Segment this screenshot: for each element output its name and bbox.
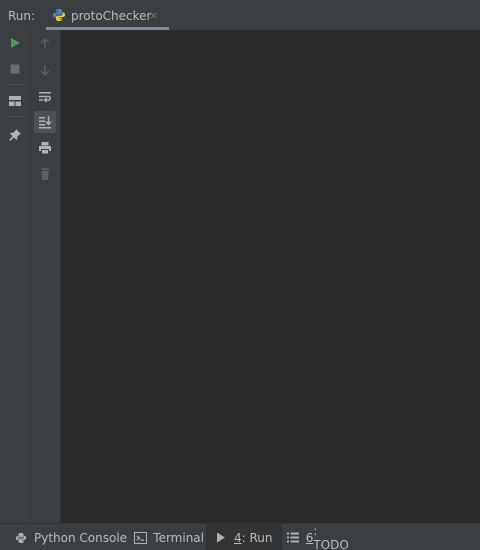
run-label: Run:: [8, 9, 36, 23]
run-tab[interactable]: 4: Run: [206, 524, 282, 550]
terminal-tab[interactable]: Terminal: [130, 524, 204, 550]
up-stack-button[interactable]: [34, 33, 56, 55]
scroll-to-end-icon: [38, 115, 52, 129]
clear-all-button[interactable]: [34, 163, 56, 185]
terminal-label: Terminal: [153, 530, 204, 545]
play-icon: [214, 531, 228, 545]
pin-icon: [8, 128, 22, 142]
print-button[interactable]: [34, 137, 56, 159]
run-actions-toolbar: [0, 30, 31, 523]
arrow-up-icon: [39, 38, 51, 50]
console-output[interactable]: [61, 30, 480, 523]
console-actions-toolbar: [31, 30, 61, 523]
run-mnemonic: 4: [234, 530, 242, 545]
soft-wrap-icon: [38, 91, 52, 103]
down-stack-button[interactable]: [34, 59, 56, 81]
tab-title: protoChecker: [71, 9, 152, 23]
stop-icon: [9, 63, 21, 75]
tool-window-bar: Python Console Terminal 4: Run 6: TODO: [0, 523, 480, 550]
close-icon[interactable]: ×: [149, 9, 158, 22]
todo-label: : TODO: [313, 523, 349, 550]
toolbar-separator: [6, 116, 24, 117]
print-icon: [38, 141, 52, 155]
run-label: : Run: [241, 530, 273, 545]
play-icon: [9, 37, 21, 49]
layout-icon: [8, 95, 22, 107]
todo-tab[interactable]: 6: TODO: [282, 524, 356, 550]
rerun-button[interactable]: [4, 32, 26, 54]
soft-wrap-button[interactable]: [34, 86, 56, 108]
stop-button[interactable]: [4, 58, 26, 80]
arrow-down-icon: [39, 64, 51, 76]
python-console-tab[interactable]: Python Console: [8, 524, 128, 550]
run-tool-window: Run: protoChecker × Python Console Termi…: [0, 0, 480, 550]
toolbar-separator: [6, 84, 24, 85]
terminal-icon: [134, 531, 148, 545]
list-icon: [286, 531, 300, 545]
scroll-to-end-button[interactable]: [34, 111, 56, 133]
layout-button[interactable]: [4, 90, 26, 112]
run-header: Run: protoChecker ×: [0, 0, 480, 30]
python-icon: [52, 8, 66, 22]
python-icon: [14, 531, 28, 545]
trash-icon: [39, 167, 51, 181]
pin-tab-button[interactable]: [4, 124, 26, 146]
run-config-tab[interactable]: protoChecker ×: [46, 0, 169, 30]
python-console-label: Python Console: [34, 530, 128, 545]
